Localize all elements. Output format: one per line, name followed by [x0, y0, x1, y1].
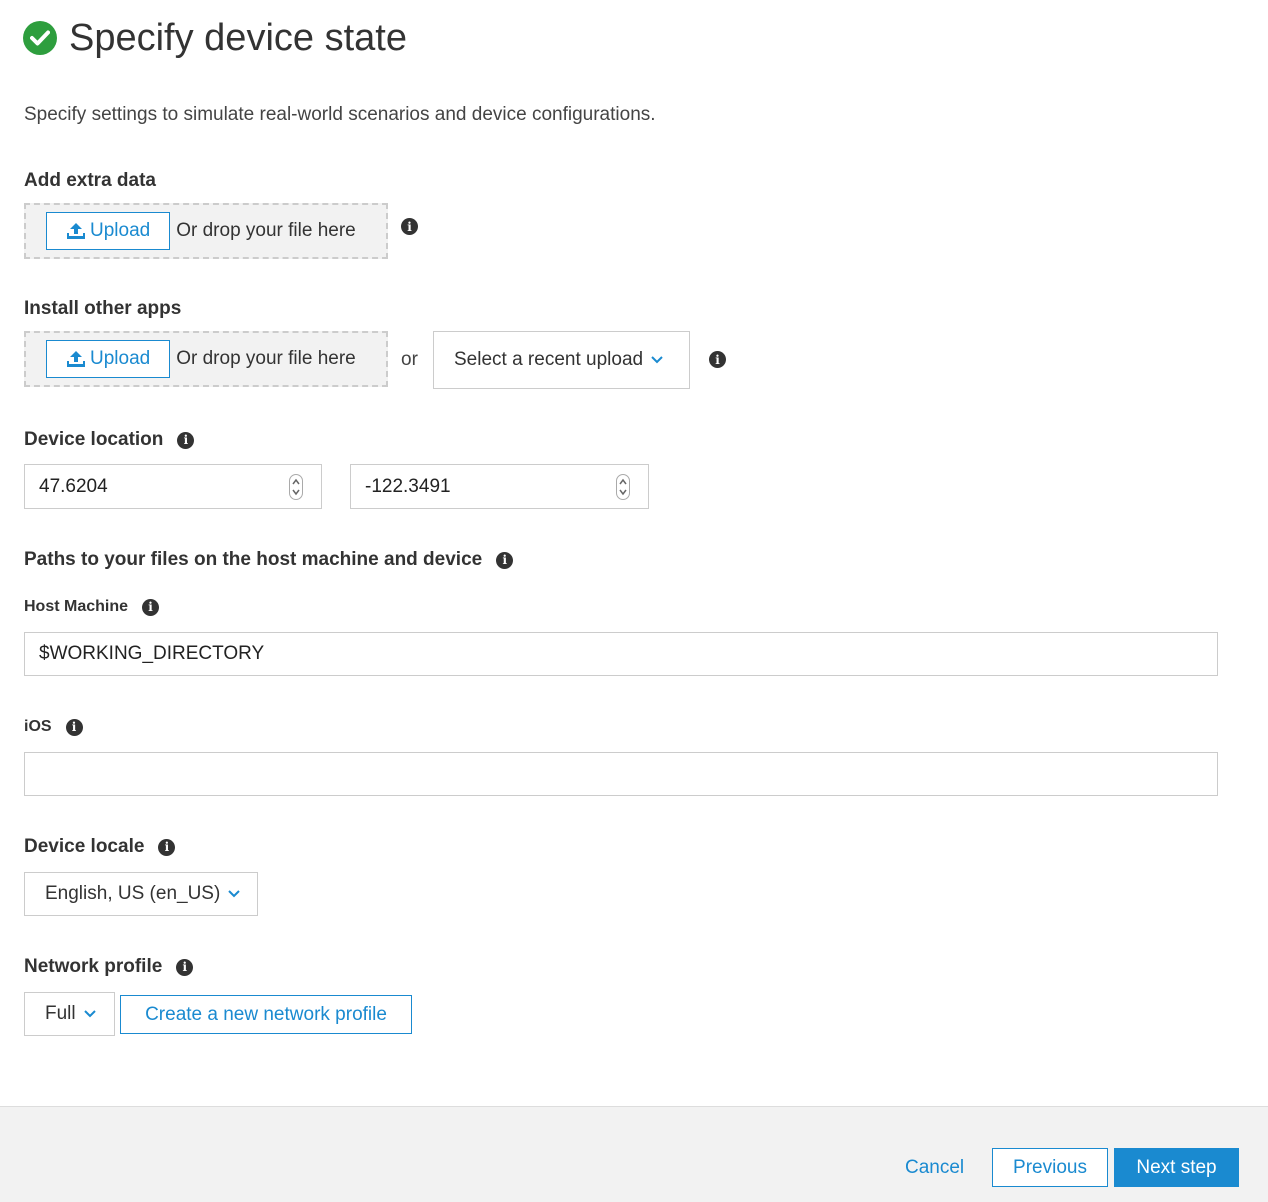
- longitude-stepper[interactable]: [616, 474, 630, 500]
- ios-path-input[interactable]: [24, 752, 1218, 796]
- stepper-arrows-icon: [292, 478, 300, 496]
- upload-label: Upload: [90, 220, 151, 241]
- next-step-button[interactable]: Next step: [1114, 1148, 1239, 1187]
- info-icon[interactable]: i: [176, 958, 194, 976]
- device-locale-label: Device locale i: [24, 836, 176, 858]
- paths-label-text: Paths to your files on the host machine …: [24, 549, 483, 570]
- recent-upload-select[interactable]: Select a recent upload: [433, 331, 690, 389]
- extra-data-dropzone[interactable]: Upload Or drop your file here: [24, 203, 388, 259]
- drop-hint: Or drop your file here: [176, 220, 356, 241]
- device-location-label-text: Device location: [24, 429, 164, 450]
- network-profile-label-text: Network profile: [24, 956, 163, 977]
- page-description: Specify settings to simulate real-world …: [24, 104, 656, 125]
- cancel-button[interactable]: Cancel: [905, 1157, 964, 1179]
- upload-icon: [67, 223, 85, 239]
- check-circle-icon: [23, 21, 57, 55]
- chevron-down-icon: [651, 356, 663, 364]
- network-profile-label: Network profile i: [24, 956, 194, 978]
- chevron-down-icon: [83, 1010, 96, 1018]
- longitude-value: -122.3491: [365, 475, 451, 497]
- network-profile-select[interactable]: Full: [24, 992, 115, 1036]
- ios-label: iOS i: [24, 718, 83, 736]
- device-locale-value: English, US (en_US): [45, 883, 221, 904]
- other-apps-label-text: Install other apps: [24, 298, 182, 319]
- info-icon[interactable]: i: [177, 431, 195, 449]
- chevron-down-icon: [228, 890, 241, 898]
- ios-label-text: iOS: [24, 718, 52, 735]
- other-apps-upload-button[interactable]: Upload: [46, 340, 171, 378]
- previous-button[interactable]: Previous: [992, 1148, 1108, 1187]
- extra-data-label-text: Add extra data: [24, 170, 156, 191]
- upload-label: Upload: [90, 348, 151, 369]
- network-profile-value: Full: [45, 1003, 76, 1024]
- device-location-label: Device location i: [24, 429, 195, 451]
- stepper-arrows-icon: [619, 478, 627, 496]
- create-network-profile-button[interactable]: Create a new network profile: [120, 995, 412, 1034]
- info-icon[interactable]: i: [65, 718, 83, 736]
- paths-label: Paths to your files on the host machine …: [24, 549, 514, 571]
- info-icon[interactable]: i: [142, 598, 160, 616]
- host-machine-label-text: Host Machine: [24, 598, 129, 615]
- info-icon[interactable]: i: [496, 551, 514, 569]
- drop-hint: Or drop your file here: [176, 348, 356, 369]
- info-icon[interactable]: i: [709, 351, 726, 368]
- host-machine-label: Host Machine i: [24, 598, 160, 616]
- latitude-field[interactable]: 47.6204: [24, 464, 322, 509]
- latitude-value: 47.6204: [39, 475, 108, 497]
- device-locale-label-text: Device locale: [24, 836, 145, 857]
- extra-data-upload-button[interactable]: Upload: [46, 212, 171, 250]
- other-apps-dropzone[interactable]: Upload Or drop your file here: [24, 331, 388, 387]
- other-apps-label: Install other apps: [24, 298, 181, 320]
- host-machine-path-input[interactable]: $WORKING_DIRECTORY: [24, 632, 1218, 676]
- page-header: Specify device state: [23, 16, 407, 60]
- upload-icon: [67, 351, 85, 367]
- page-title: Specify device state: [69, 17, 407, 59]
- device-locale-select[interactable]: English, US (en_US): [24, 872, 258, 916]
- info-icon[interactable]: i: [401, 218, 418, 235]
- recent-upload-select-value: Select a recent upload: [454, 349, 644, 370]
- host-machine-path-value: $WORKING_DIRECTORY: [39, 643, 265, 664]
- longitude-field[interactable]: -122.3491: [350, 464, 649, 509]
- info-icon[interactable]: i: [158, 838, 176, 856]
- latitude-stepper[interactable]: [289, 474, 303, 500]
- or-separator: or: [401, 349, 418, 370]
- extra-data-label: Add extra data: [24, 170, 156, 192]
